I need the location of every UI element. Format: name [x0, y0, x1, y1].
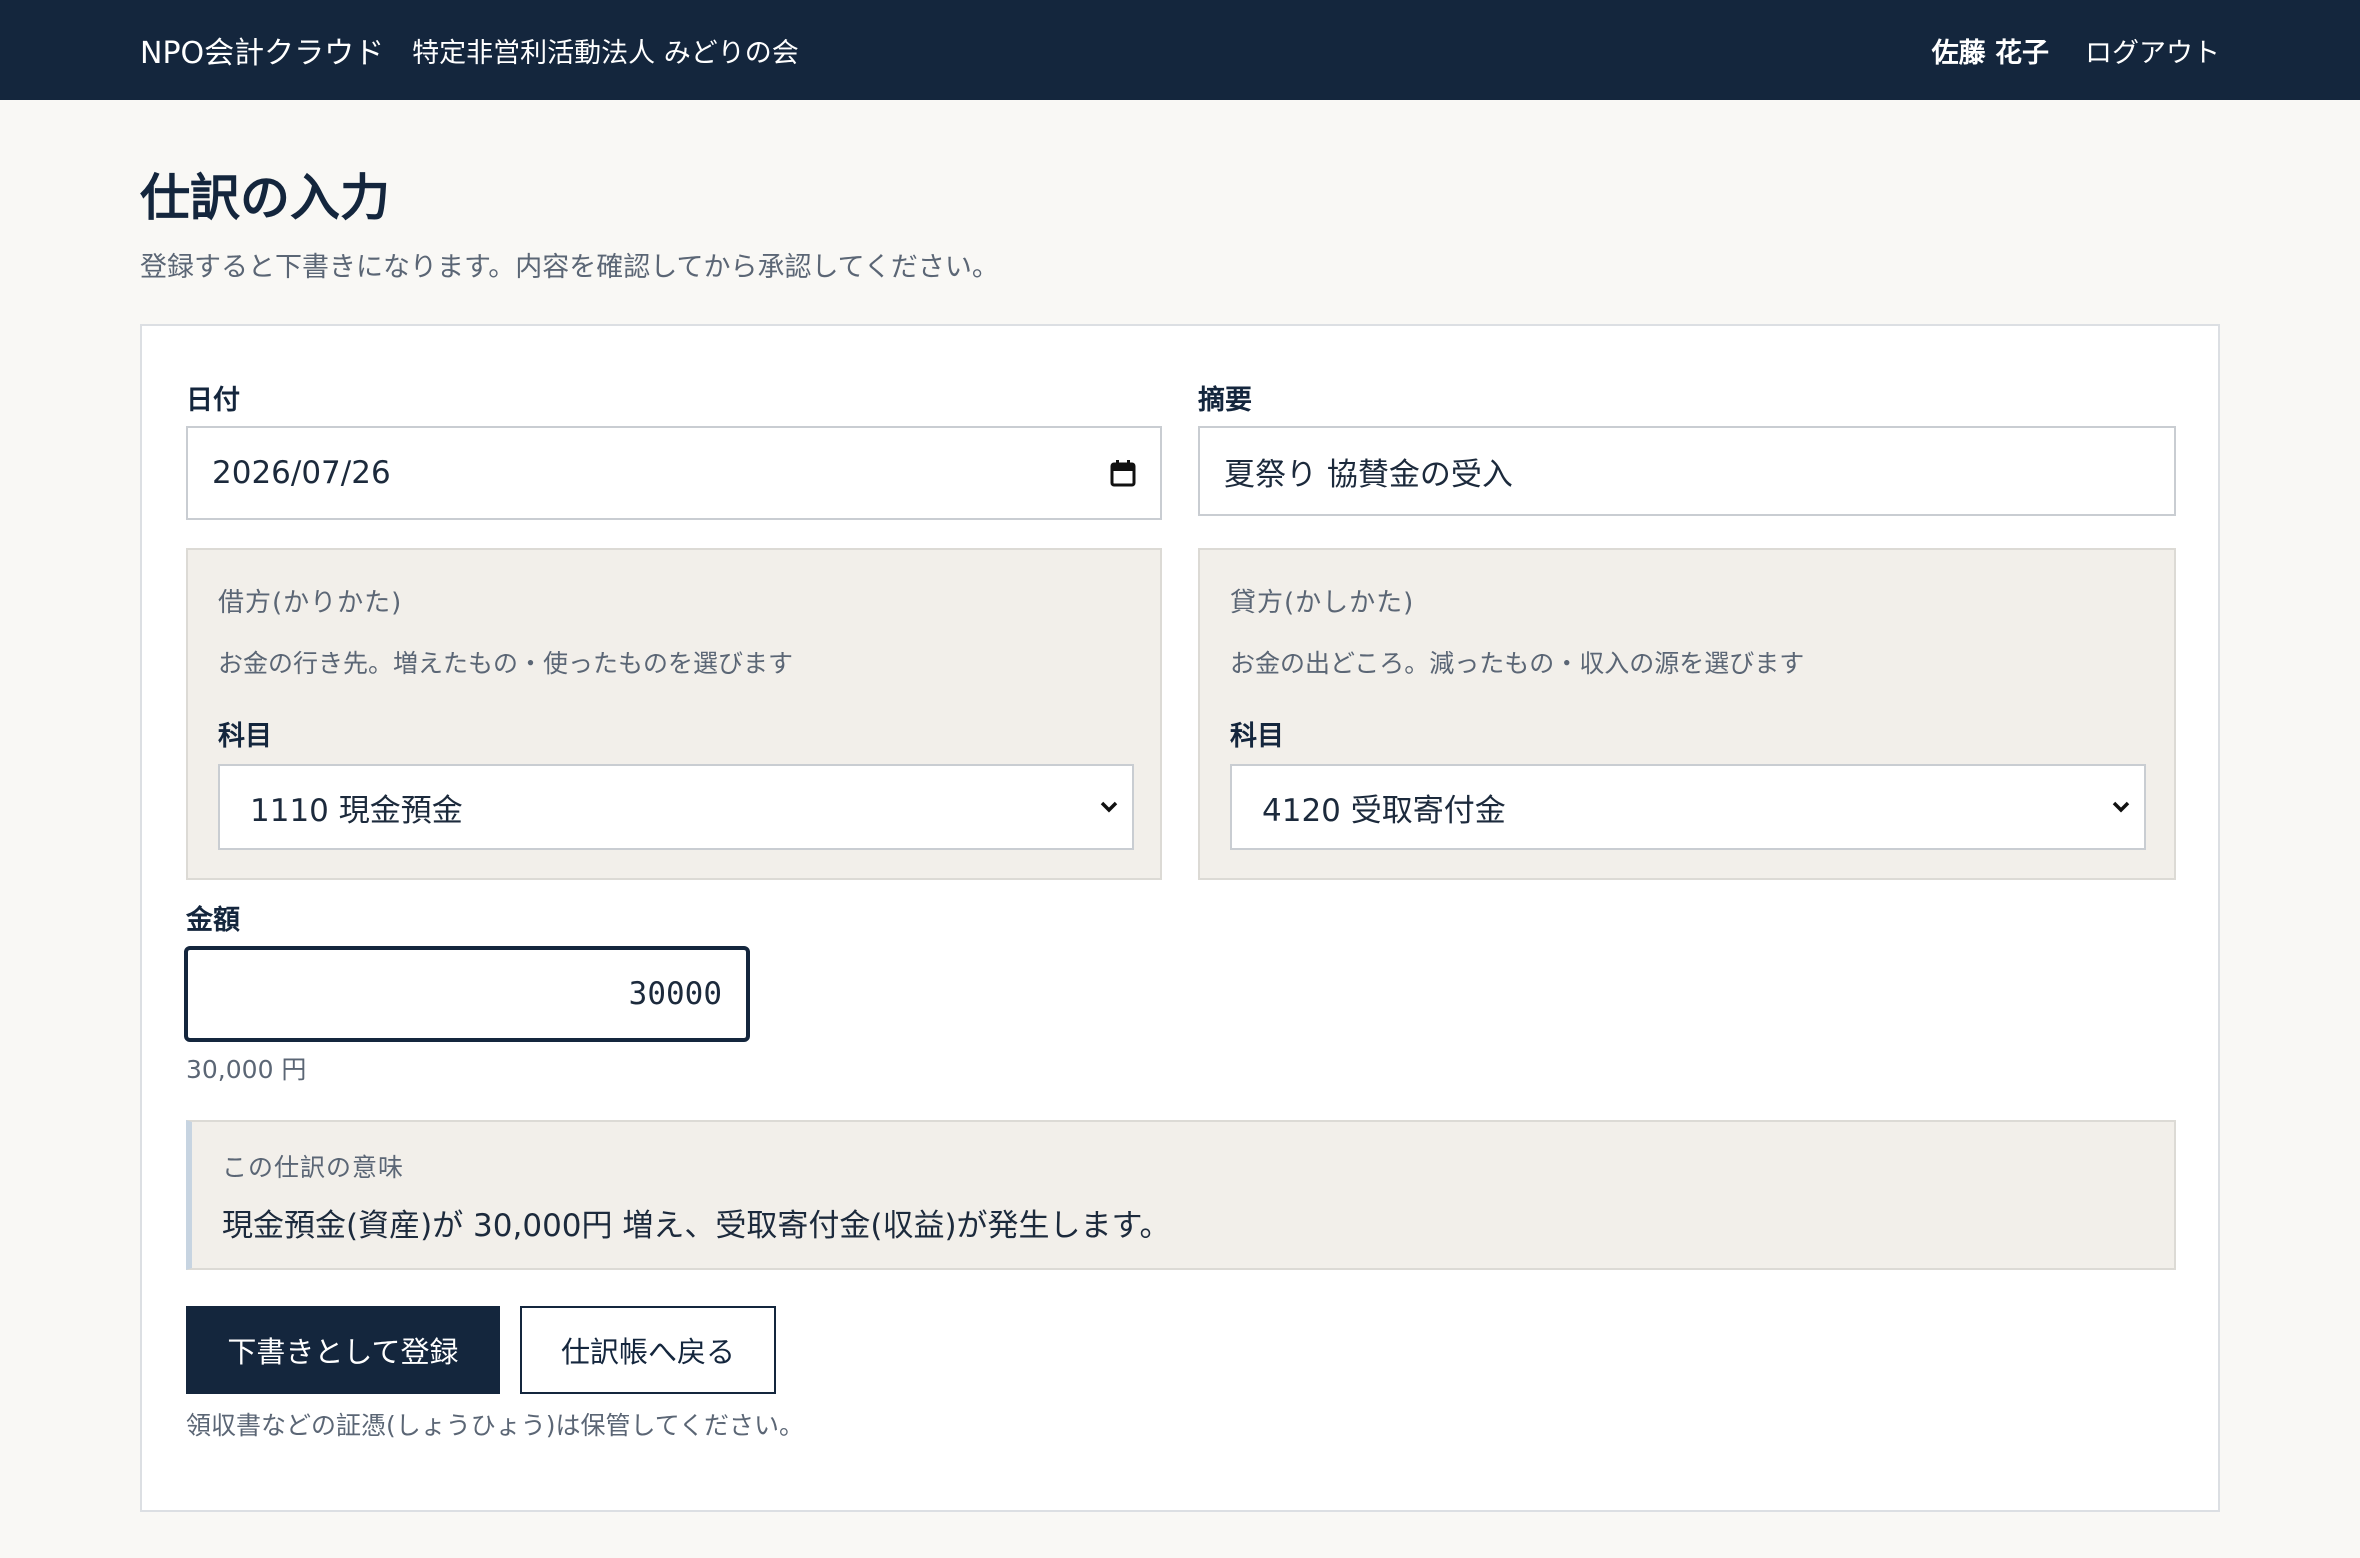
summary-input[interactable]: 夏祭り 協賛金の受入 — [1198, 426, 2176, 516]
credit-title: 貸方(かしかた) — [1230, 588, 1415, 618]
credit-account-select[interactable]: 4120 受取寄付金 — [1230, 764, 2146, 850]
top-navigation-bar: NPO会計クラウド 特定非営利活動法人 みどりの会 佐藤 花子 ログアウト — [0, 0, 2360, 100]
date-label: 日付 — [186, 385, 240, 416]
debit-account-value: 1110 現金預金 — [250, 792, 463, 829]
credit-account-label: 科目 — [1230, 721, 1284, 752]
chevron-down-icon — [1100, 801, 1118, 813]
user-name: 佐藤 花子 — [1931, 37, 2049, 69]
entry-meaning-box: この仕訳の意味 現金預金(資産)が 30,000円 増え、受取寄付金(収益)が発… — [186, 1120, 2176, 1270]
amount-formatted: 30,000 円 — [186, 1055, 307, 1084]
calendar-icon[interactable] — [1110, 459, 1136, 487]
save-draft-button[interactable]: 下書きとして登録 — [186, 1306, 500, 1394]
debit-help-text: お金の行き先。増えたもの・使ったものを選びます — [218, 649, 794, 678]
page-title: 仕訳の入力 — [140, 168, 390, 227]
date-value: 2026/07/26 — [212, 455, 391, 491]
logout-link[interactable]: ログアウト — [2085, 31, 2220, 70]
debit-title: 借方(かりかた) — [218, 588, 403, 618]
credit-panel: 貸方(かしかた) お金の出どころ。減ったもの・収入の源を選びます 科目 4120… — [1198, 548, 2176, 880]
meaning-title: この仕訳の意味 — [222, 1153, 405, 1182]
chevron-down-icon — [2112, 801, 2130, 813]
credit-account-value: 4120 受取寄付金 — [1262, 792, 1506, 829]
summary-value: 夏祭り 協賛金の受入 — [1224, 456, 1513, 493]
debit-account-label: 科目 — [218, 721, 272, 752]
page-content: 仕訳の入力 登録すると下書きになります。内容を確認してから承認してください。 — [0, 100, 2360, 286]
journal-entry-form: 日付 2026/07/26 摘要 夏祭り 協賛金の受入 借方(かりかた) お金の… — [140, 324, 2220, 1512]
amount-label: 金額 — [186, 905, 240, 936]
receipt-note: 領収書などの証憑(しょうひょう)は保管してください。 — [186, 1411, 805, 1440]
app-name: NPO会計クラウド — [140, 36, 385, 71]
back-to-journal-button[interactable]: 仕訳帳へ戻る — [520, 1306, 776, 1394]
date-input[interactable]: 2026/07/26 — [186, 426, 1162, 520]
amount-input[interactable]: 30000 — [184, 946, 750, 1042]
amount-value: 30000 — [628, 976, 722, 1012]
summary-label: 摘要 — [1198, 385, 1252, 416]
page-description: 登録すると下書きになります。内容を確認してから承認してください。 — [140, 252, 999, 283]
header-left: NPO会計クラウド 特定非営利活動法人 みどりの会 — [140, 28, 799, 72]
organization-name: 特定非営利活動法人 みどりの会 — [412, 37, 799, 69]
debit-account-select[interactable]: 1110 現金預金 — [218, 764, 1134, 850]
meaning-text: 現金預金(資産)が 30,000円 増え、受取寄付金(収益)が発生します。 — [222, 1208, 1171, 1244]
header-right: 佐藤 花子 ログアウト — [1932, 31, 2220, 70]
credit-help-text: お金の出どころ。減ったもの・収入の源を選びます — [1230, 649, 1805, 678]
debit-panel: 借方(かりかた) お金の行き先。増えたもの・使ったものを選びます 科目 1110… — [186, 548, 1162, 880]
